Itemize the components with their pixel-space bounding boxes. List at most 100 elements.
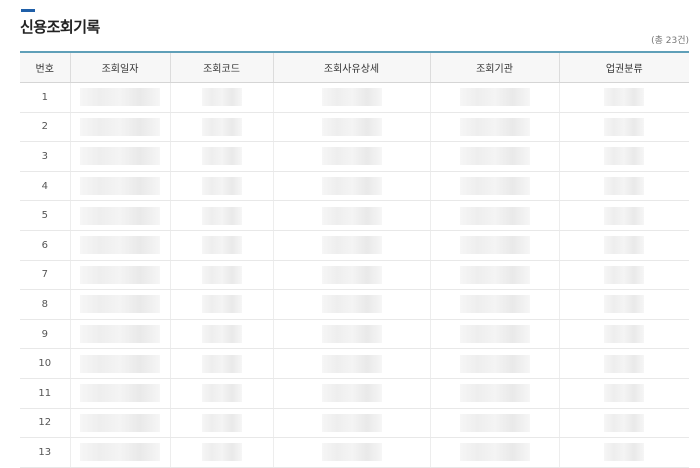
cell-code-redacted bbox=[170, 348, 274, 379]
redacted-blur bbox=[459, 325, 530, 344]
redacted-blur bbox=[80, 88, 160, 107]
cell-date-redacted bbox=[70, 378, 171, 409]
row-number: 8 bbox=[20, 289, 71, 320]
redacted-blur bbox=[201, 413, 242, 432]
cell-date-redacted bbox=[70, 260, 171, 291]
cell-sector-redacted bbox=[559, 141, 689, 172]
redacted-blur bbox=[321, 88, 382, 107]
column-header-date: 조회일자 bbox=[70, 51, 171, 83]
cell-institution-redacted bbox=[430, 408, 560, 439]
redacted-blur bbox=[459, 354, 530, 373]
cell-reason-redacted bbox=[273, 230, 431, 261]
redacted-blur bbox=[321, 443, 382, 462]
cell-date-redacted bbox=[70, 82, 171, 113]
redacted-blur bbox=[321, 354, 382, 373]
redacted-blur bbox=[321, 206, 382, 225]
table-row: 4 bbox=[20, 171, 689, 202]
cell-sector-redacted bbox=[559, 348, 689, 379]
row-number: 5 bbox=[20, 200, 71, 231]
table-row: 12 bbox=[20, 408, 689, 439]
cell-reason-redacted bbox=[273, 171, 431, 202]
cell-institution-redacted bbox=[430, 319, 560, 350]
cell-reason-redacted bbox=[273, 348, 431, 379]
redacted-blur bbox=[80, 206, 160, 225]
redacted-blur bbox=[604, 117, 645, 136]
redacted-blur bbox=[604, 147, 645, 166]
redacted-blur bbox=[604, 443, 645, 462]
column-header-reason: 조회사유상세 bbox=[273, 51, 431, 83]
cell-date-redacted bbox=[70, 112, 171, 143]
cell-reason-redacted bbox=[273, 82, 431, 113]
credit-inquiry-table: 번호 조회일자 조회코드 조회사유상세 조회기관 업권분류 1234567891… bbox=[20, 51, 689, 468]
redacted-blur bbox=[201, 236, 242, 255]
table-row: 9 bbox=[20, 319, 689, 350]
redacted-blur bbox=[80, 295, 160, 314]
table-row: 2 bbox=[20, 112, 689, 143]
table-row: 7 bbox=[20, 260, 689, 291]
cell-code-redacted bbox=[170, 141, 274, 172]
row-number: 1 bbox=[20, 82, 71, 113]
redacted-blur bbox=[80, 325, 160, 344]
redacted-blur bbox=[604, 325, 645, 344]
redacted-blur bbox=[80, 413, 160, 432]
cell-date-redacted bbox=[70, 141, 171, 172]
redacted-blur bbox=[604, 177, 645, 196]
cell-institution-redacted bbox=[430, 141, 560, 172]
redacted-blur bbox=[459, 384, 530, 403]
cell-date-redacted bbox=[70, 171, 171, 202]
cell-date-redacted bbox=[70, 348, 171, 379]
redacted-blur bbox=[604, 206, 645, 225]
table-row: 10 bbox=[20, 348, 689, 379]
total-count: (총 23건) bbox=[651, 36, 689, 46]
cell-sector-redacted bbox=[559, 82, 689, 113]
table-header-row: 번호 조회일자 조회코드 조회사유상세 조회기관 업권분류 bbox=[20, 51, 689, 83]
cell-code-redacted bbox=[170, 112, 274, 143]
redacted-blur bbox=[201, 325, 242, 344]
redacted-blur bbox=[321, 236, 382, 255]
redacted-blur bbox=[201, 147, 242, 166]
column-header-code: 조회코드 bbox=[170, 51, 274, 83]
redacted-blur bbox=[604, 265, 645, 284]
table-row: 6 bbox=[20, 230, 689, 261]
cell-date-redacted bbox=[70, 200, 171, 231]
column-header-number: 번호 bbox=[20, 51, 71, 83]
cell-institution-redacted bbox=[430, 437, 560, 468]
cell-reason-redacted bbox=[273, 141, 431, 172]
redacted-blur bbox=[459, 265, 530, 284]
redacted-blur bbox=[80, 354, 160, 373]
redacted-blur bbox=[604, 88, 645, 107]
cell-reason-redacted bbox=[273, 408, 431, 439]
cell-reason-redacted bbox=[273, 112, 431, 143]
row-number: 13 bbox=[20, 437, 71, 468]
redacted-blur bbox=[459, 88, 530, 107]
table-row: 1 bbox=[20, 82, 689, 113]
redacted-blur bbox=[321, 413, 382, 432]
credit-inquiry-panel: 신용조회기록 (총 23건) 번호 조회일자 조회코드 조회사유상세 조회기관 … bbox=[0, 0, 700, 468]
redacted-blur bbox=[80, 443, 160, 462]
redacted-blur bbox=[201, 384, 242, 403]
redacted-blur bbox=[201, 443, 242, 462]
redacted-blur bbox=[80, 265, 160, 284]
redacted-blur bbox=[80, 147, 160, 166]
redacted-blur bbox=[80, 236, 160, 255]
cell-reason-redacted bbox=[273, 200, 431, 231]
redacted-blur bbox=[604, 236, 645, 255]
cell-reason-redacted bbox=[273, 260, 431, 291]
cell-sector-redacted bbox=[559, 378, 689, 409]
row-number: 6 bbox=[20, 230, 71, 261]
cell-institution-redacted bbox=[430, 260, 560, 291]
redacted-blur bbox=[321, 177, 382, 196]
redacted-blur bbox=[201, 206, 242, 225]
cell-date-redacted bbox=[70, 319, 171, 350]
cell-reason-redacted bbox=[273, 437, 431, 468]
redacted-blur bbox=[201, 295, 242, 314]
redacted-blur bbox=[80, 117, 160, 136]
row-number: 11 bbox=[20, 378, 71, 409]
cell-code-redacted bbox=[170, 230, 274, 261]
redacted-blur bbox=[604, 354, 645, 373]
cell-code-redacted bbox=[170, 171, 274, 202]
cell-sector-redacted bbox=[559, 230, 689, 261]
redacted-blur bbox=[321, 384, 382, 403]
row-number: 3 bbox=[20, 141, 71, 172]
cell-institution-redacted bbox=[430, 112, 560, 143]
